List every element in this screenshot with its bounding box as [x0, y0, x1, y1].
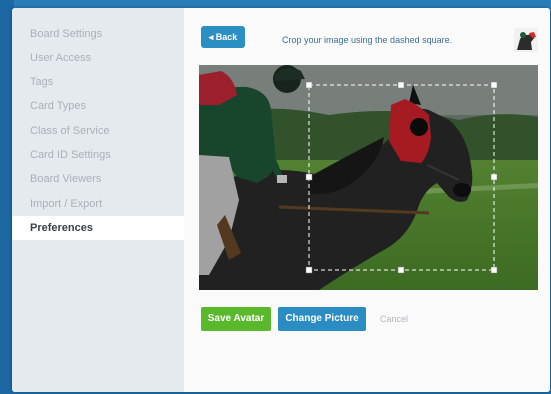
sidebar-item-import-export[interactable]: Import / Export: [12, 192, 184, 216]
sidebar-item-preferences[interactable]: Preferences: [12, 216, 184, 240]
crop-instructions: Crop your image using the dashed square.: [282, 35, 453, 45]
sidebar-item-card-id-settings[interactable]: Card ID Settings: [12, 143, 184, 167]
sidebar-item-board-viewers[interactable]: Board Viewers: [12, 167, 184, 191]
preferences-dialog: Board Settings User Access Tags Card Typ…: [12, 8, 550, 392]
change-picture-button[interactable]: Change Picture: [278, 307, 366, 331]
sidebar-item-card-types[interactable]: Card Types: [12, 94, 184, 118]
sidebar-item-class-of-service[interactable]: Class of Service: [12, 119, 184, 143]
sidebar-item-user-access[interactable]: User Access: [12, 46, 184, 70]
sidebar-item-tags[interactable]: Tags: [12, 70, 184, 94]
back-button[interactable]: ◂ Back: [201, 26, 245, 48]
avatar-preview-thumbnail: [514, 28, 538, 52]
avatar-editor: ◂ Back Crop your image using the dashed …: [184, 8, 550, 392]
cancel-link[interactable]: Cancel: [380, 307, 408, 331]
horse-thumbnail-icon: [514, 28, 538, 52]
horse-photo-image: [199, 65, 538, 290]
sidebar-item-board-settings[interactable]: Board Settings: [12, 22, 184, 46]
crop-canvas[interactable]: [199, 65, 538, 290]
settings-sidebar: Board Settings User Access Tags Card Typ…: [12, 8, 184, 392]
save-avatar-button[interactable]: Save Avatar: [201, 307, 271, 331]
